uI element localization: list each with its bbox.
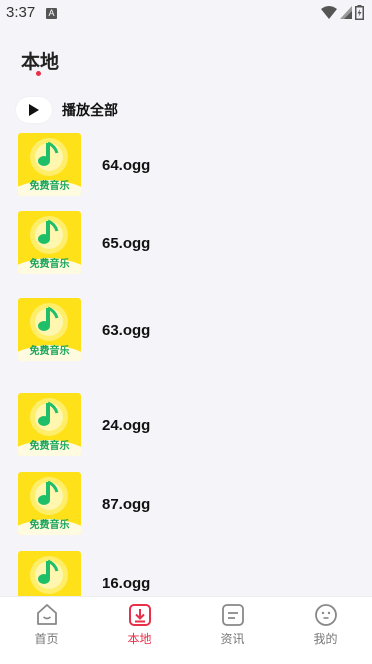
play-all-button[interactable] [16,97,52,123]
song-title: 64.ogg [102,157,151,174]
music-note-icon [18,551,81,596]
tab-label: 资讯 [220,632,245,646]
cover-caption: 免费音乐 [29,346,70,357]
song-title: 24.ogg [102,417,151,434]
news-icon [221,604,244,626]
song-title: 63.ogg [102,322,151,339]
active-indicator-dot [36,71,41,76]
cover-caption: 免费音乐 [29,520,70,531]
page-title: 本地 [21,51,60,73]
profile-face-icon [314,604,337,626]
album-cover: 免费音乐 [18,211,81,274]
play-all-row[interactable]: 播放全部 [16,97,118,123]
cover-caption: 免费音乐 [29,259,70,270]
play-all-label: 播放全部 [62,103,118,119]
song-title: 16.ogg [102,575,151,592]
album-cover: 免费音乐 [18,133,81,196]
album-cover: 免费音乐 [18,472,81,535]
home-face-icon [36,604,57,625]
album-cover: 免费音乐 [18,393,81,456]
tab-local[interactable]: 本地 [93,597,186,664]
bottom-tab-bar: 首页 本地 资讯 我的 [0,596,372,664]
play-icon [29,104,39,116]
song-list: 本地 播放全部 免费音乐 64.ogg 免费音乐 65.ogg 免费音乐 63.… [0,0,372,596]
song-title: 87.ogg [102,496,151,513]
tab-profile[interactable]: 我的 [279,597,372,664]
tab-label: 本地 [127,632,152,646]
cover-caption: 免费音乐 [29,181,70,192]
list-item[interactable]: 免费音乐 87.ogg [18,472,358,536]
song-title: 65.ogg [102,235,151,252]
download-icon [128,604,151,626]
list-item[interactable]: 免费音乐 64.ogg [18,133,358,197]
album-cover: 免费音乐 [18,298,81,361]
list-item[interactable]: 免费音乐 63.ogg [18,298,358,362]
album-cover: 免费音乐 [18,551,81,596]
list-item[interactable]: 免费音乐 24.ogg [18,393,358,457]
list-item[interactable]: 免费音乐 16.ogg [18,551,358,596]
tab-label: 首页 [34,632,59,646]
list-item[interactable]: 免费音乐 65.ogg [18,211,358,275]
cover-caption: 免费音乐 [29,441,70,452]
tab-home[interactable]: 首页 [0,597,93,664]
tab-news[interactable]: 资讯 [186,597,279,664]
tab-label: 我的 [313,632,338,646]
